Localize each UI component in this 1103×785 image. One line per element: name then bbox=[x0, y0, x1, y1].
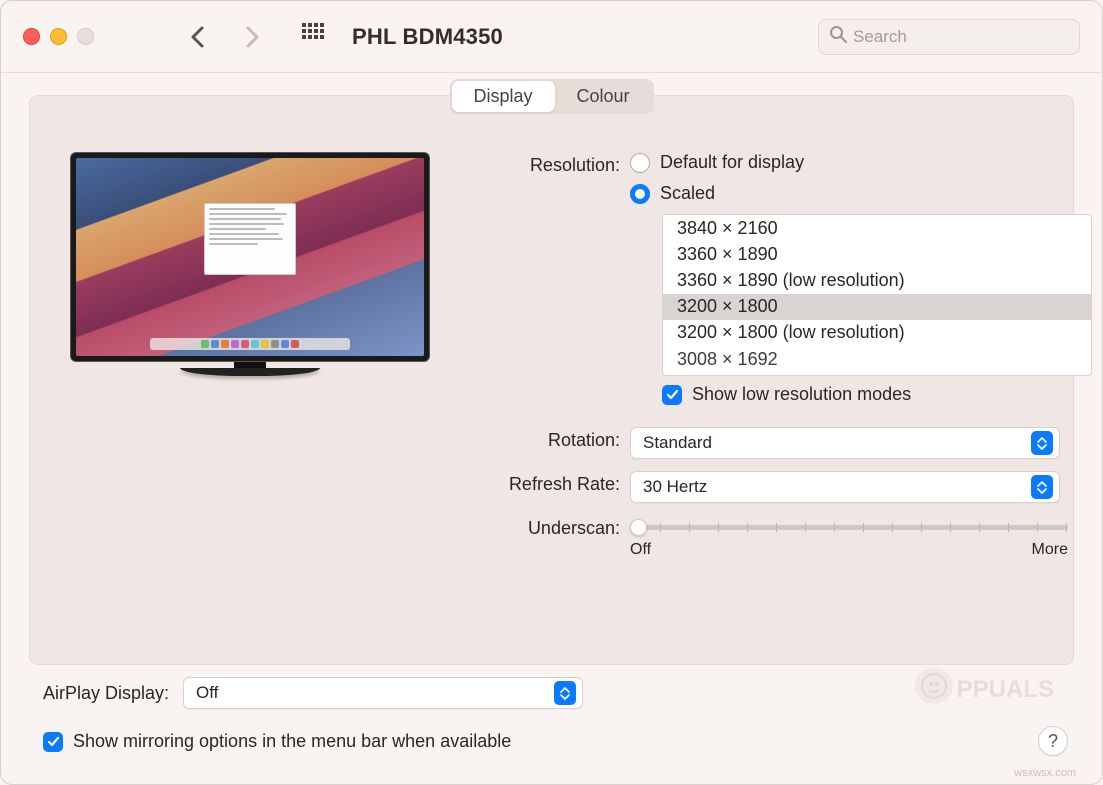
list-item[interactable]: 3360 × 1890 bbox=[663, 241, 1091, 267]
tab-colour[interactable]: Colour bbox=[555, 81, 652, 112]
nav-buttons bbox=[184, 23, 266, 51]
underscan-label: Underscan: bbox=[470, 515, 630, 539]
updown-arrows-icon bbox=[554, 681, 576, 705]
tab-bar: Display Colour bbox=[449, 79, 653, 114]
refresh-rate-select[interactable]: 30 Hertz bbox=[630, 471, 1060, 503]
resolution-label: Resolution: bbox=[470, 152, 630, 176]
underscan-max-label: More bbox=[1032, 541, 1068, 559]
tab-display[interactable]: Display bbox=[451, 81, 554, 112]
resolution-list[interactable]: 3840 × 2160 3360 × 1890 3360 × 1890 (low… bbox=[662, 214, 1092, 376]
list-item[interactable]: 3200 × 1800 (low resolution) bbox=[663, 320, 1091, 346]
help-button[interactable]: ? bbox=[1038, 726, 1068, 756]
updown-arrows-icon bbox=[1031, 475, 1053, 499]
list-item[interactable]: 3840 × 2160 bbox=[663, 215, 1091, 241]
monitor-preview bbox=[70, 152, 470, 567]
refresh-rate-label: Refresh Rate: bbox=[470, 471, 630, 495]
monitor-screen-icon bbox=[76, 158, 424, 356]
airplay-value: Off bbox=[196, 683, 554, 703]
rotation-select[interactable]: Standard bbox=[630, 427, 1060, 459]
refresh-rate-value: 30 Hertz bbox=[643, 477, 1031, 497]
dock-icon bbox=[150, 338, 350, 350]
checkbox-checked-icon bbox=[43, 732, 63, 752]
search-icon bbox=[829, 25, 847, 48]
search-input[interactable] bbox=[853, 27, 1069, 47]
watermark-source: wsxwsx.com bbox=[1014, 767, 1076, 779]
airplay-label: AirPlay Display: bbox=[43, 683, 169, 704]
all-prefs-icon[interactable] bbox=[302, 23, 324, 50]
search-field[interactable] bbox=[818, 19, 1080, 55]
resolution-default-label: Default for display bbox=[660, 152, 804, 173]
mirroring-checkbox[interactable]: Show mirroring options in the menu bar w… bbox=[43, 731, 1060, 752]
list-item[interactable]: 3360 × 1890 (low resolution) bbox=[663, 267, 1091, 293]
footer: AirPlay Display: Off Show mirroring opti… bbox=[1, 677, 1102, 784]
underscan-min-label: Off bbox=[630, 541, 651, 559]
underscan-slider[interactable] bbox=[630, 515, 1068, 539]
show-low-res-checkbox[interactable]: Show low resolution modes bbox=[662, 384, 1092, 405]
nav-back-button[interactable] bbox=[184, 23, 212, 51]
list-item[interactable]: 3008 × 1692 bbox=[663, 346, 1091, 372]
monitor-bezel-icon bbox=[70, 152, 430, 362]
window-close-button[interactable] bbox=[23, 28, 40, 45]
resolution-scaled-label: Scaled bbox=[660, 183, 715, 204]
slider-handle-icon bbox=[630, 519, 647, 536]
settings-panel: Display Colour bbox=[29, 95, 1074, 665]
nav-forward-button[interactable] bbox=[238, 23, 266, 51]
radio-on-icon bbox=[630, 184, 650, 204]
rotation-value: Standard bbox=[643, 433, 1031, 453]
window-title: PHL BDM4350 bbox=[352, 24, 503, 50]
rotation-label: Rotation: bbox=[470, 427, 630, 451]
show-low-res-label: Show low resolution modes bbox=[692, 384, 911, 405]
mirroring-label: Show mirroring options in the menu bar w… bbox=[73, 731, 511, 752]
updown-arrows-icon bbox=[1031, 431, 1053, 455]
toolbar: PHL BDM4350 bbox=[1, 1, 1102, 73]
window-minimize-button[interactable] bbox=[50, 28, 67, 45]
resolution-scaled-radio[interactable]: Scaled bbox=[630, 183, 1092, 204]
window-zoom-button[interactable] bbox=[77, 28, 94, 45]
checkbox-checked-icon bbox=[662, 385, 682, 405]
list-item[interactable]: 3200 × 1800 bbox=[663, 294, 1091, 320]
radio-off-icon bbox=[630, 153, 650, 173]
airplay-select[interactable]: Off bbox=[183, 677, 583, 709]
window-controls bbox=[23, 28, 94, 45]
resolution-default-radio[interactable]: Default for display bbox=[630, 152, 1092, 173]
window-icon bbox=[204, 203, 296, 275]
